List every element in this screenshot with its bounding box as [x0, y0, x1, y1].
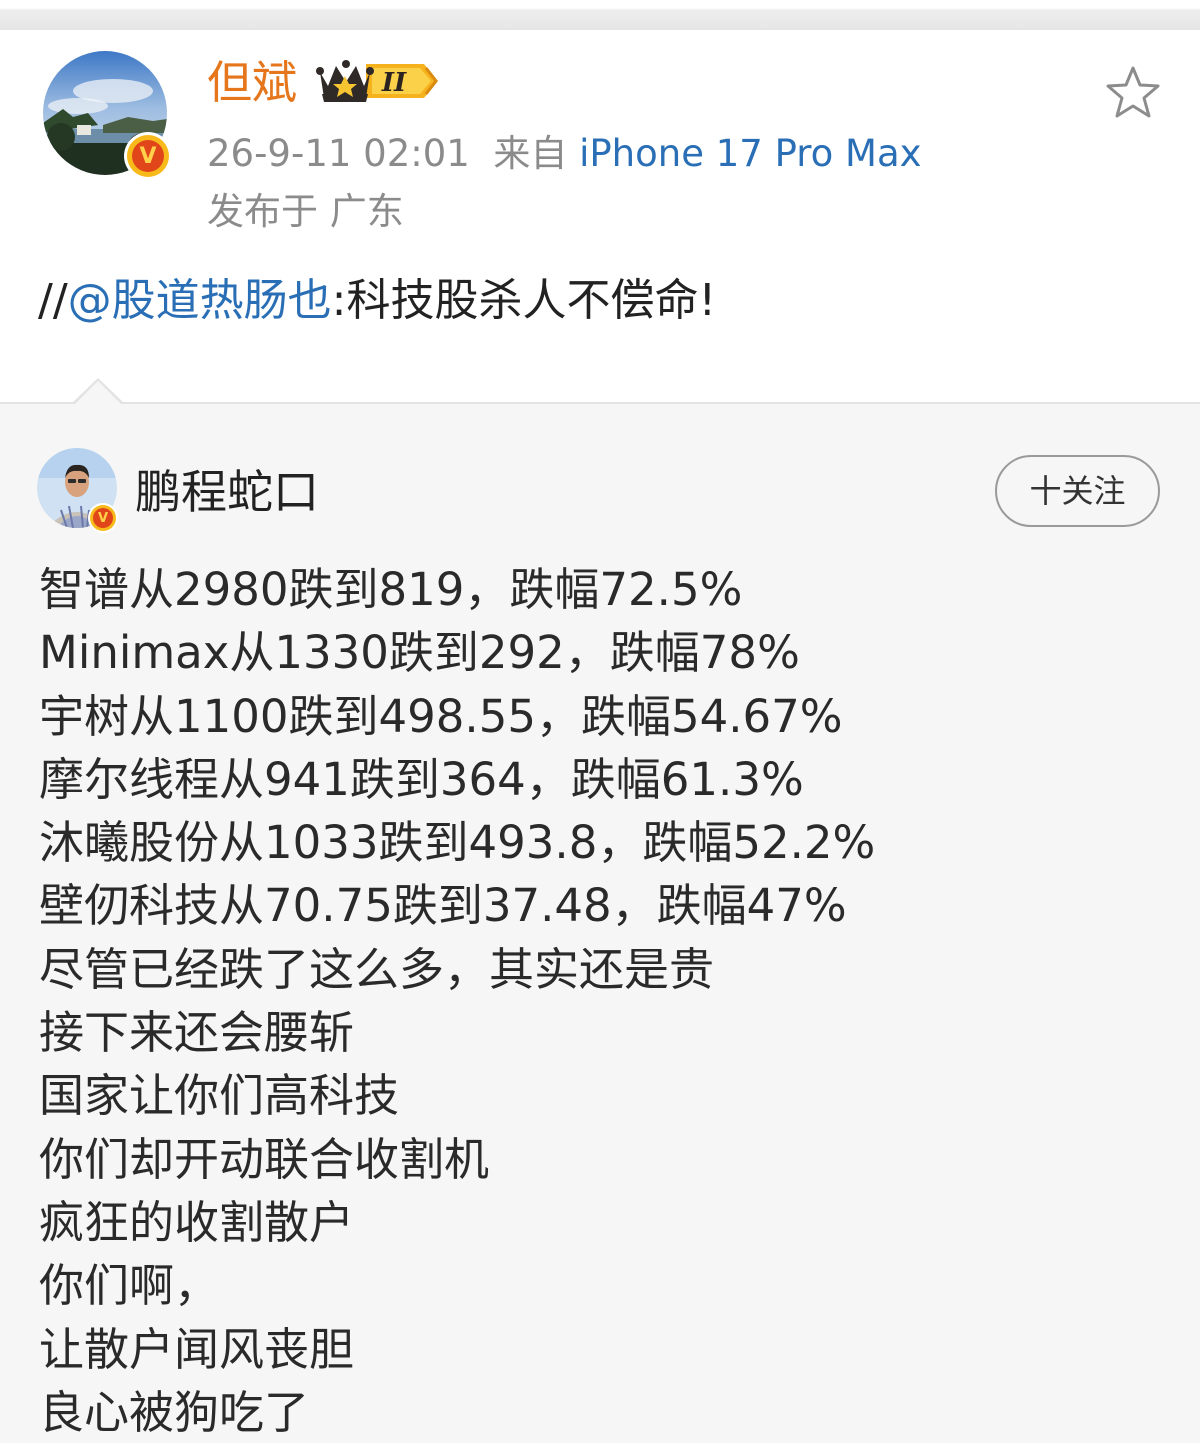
author-name[interactable]: 但斌	[207, 55, 297, 111]
repost-content: :科技股杀人不偿命!	[331, 275, 717, 326]
quoted-author-name[interactable]: 鹏程蛇口	[135, 462, 319, 522]
repost-prefix: //	[38, 275, 68, 326]
mention-link[interactable]: @股道热肠也	[68, 275, 332, 326]
content-line: 接下来还会腰斩	[39, 1006, 355, 1060]
post-timestamp: 26-9-11 02:01	[207, 132, 470, 175]
content-line: 尽管已经跌了这么多，其实还是贵	[39, 942, 715, 996]
source-prefix: 来自	[493, 132, 568, 175]
content-line: 国家让你们高科技	[39, 1069, 400, 1123]
content-line: 智谱从2980跌到819，跌幅72.5%	[39, 563, 743, 616]
content-line: 让散户闻风丧胆	[39, 1322, 355, 1376]
content-line: 摩尔线程从941跌到364，跌幅61.3%	[39, 752, 804, 806]
content-line: 沐曦股份从1033跌到493.8，跌幅52.2%	[39, 816, 876, 870]
quoted-verified-v-icon: V	[88, 503, 118, 533]
post-location: 发布于 广东	[207, 190, 404, 233]
repost-text: //@股道热肠也:科技股杀人不偿命!	[38, 272, 716, 330]
source-device-link[interactable]: iPhone 17 Pro Max	[579, 132, 921, 175]
crown-icon[interactable]: II	[314, 56, 442, 106]
follow-button[interactable]: 十关注	[995, 455, 1160, 527]
member-level: II	[381, 68, 407, 98]
content-line: 壁仞科技从70.75跌到37.48，跌幅47%	[39, 879, 847, 933]
content-line: 你们啊，	[39, 1259, 220, 1313]
star-outline-icon[interactable]	[1104, 64, 1162, 120]
verified-v-icon: V	[124, 132, 172, 180]
quoted-content: 智谱从2980跌到819，跌幅72.5% Minimax从1330跌到292，跌…	[39, 558, 875, 1444]
content-line: 你们却开动联合收割机	[39, 1132, 490, 1186]
post-card	[0, 30, 1200, 402]
post-meta: 26-9-11 02:01 来自 iPhone 17 Pro Max	[207, 130, 922, 178]
content-line: 良心被狗吃了	[39, 1385, 310, 1439]
content-line: 疯狂的收割散户	[39, 1195, 355, 1249]
content-line: Minimax从1330跌到292，跌幅78%	[39, 626, 800, 680]
top-strip	[0, 0, 1200, 30]
content-line: 宇树从1100跌到498.55，跌幅54.67%	[39, 689, 843, 743]
quoted-pointer-fill	[75, 381, 121, 404]
